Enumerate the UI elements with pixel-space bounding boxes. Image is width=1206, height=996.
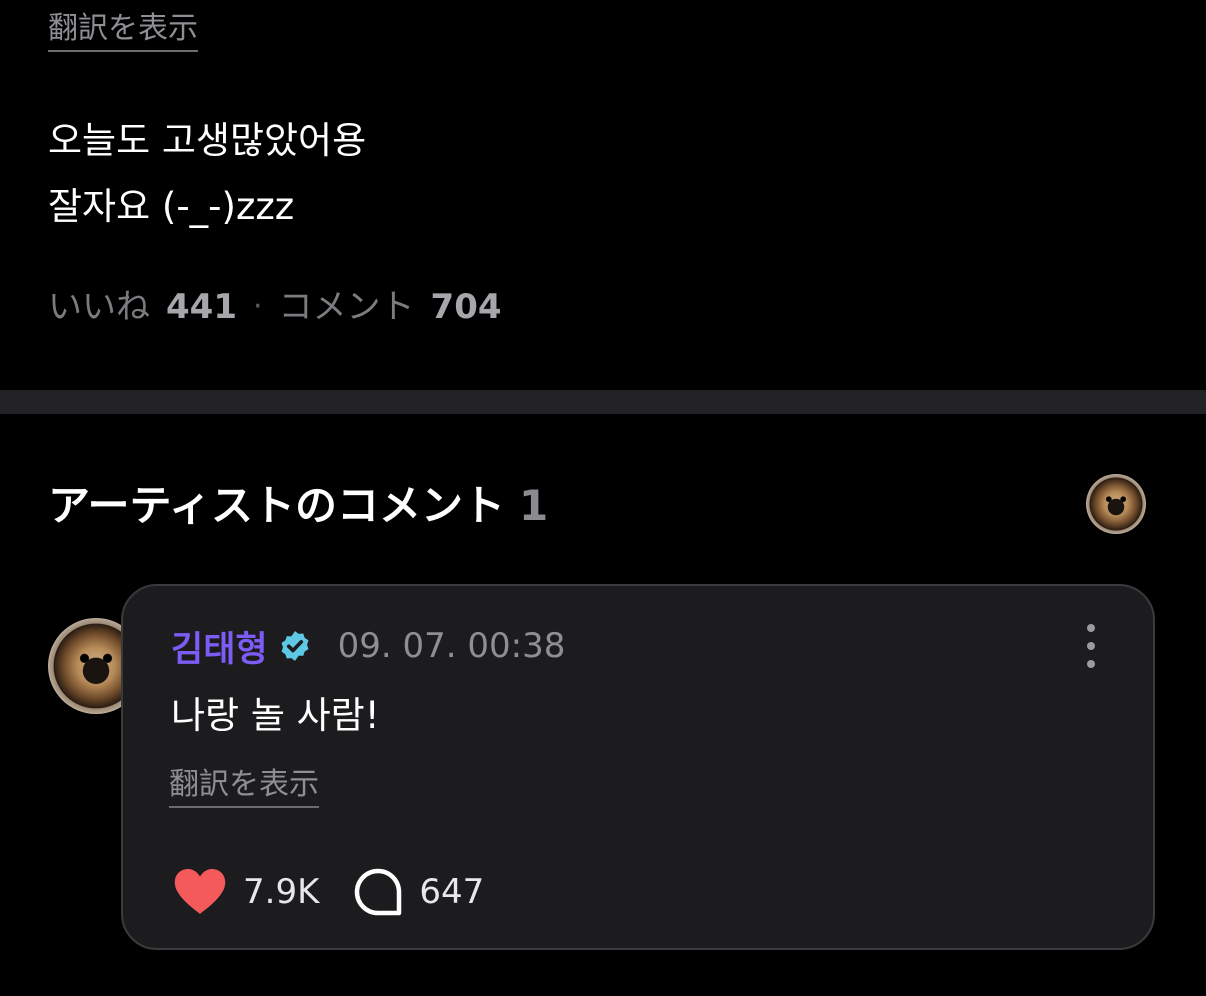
- post-body-line: 잘자요 (-_-)zzz: [48, 185, 295, 228]
- comment-author-name[interactable]: 김태형: [171, 621, 268, 672]
- comments-label[interactable]: コメント: [279, 284, 415, 330]
- post-section: 翻訳を表示 오늘도 고생많았어용 잘자요 (-_-)zzz いいね 441 · …: [0, 0, 1206, 390]
- reply-count: 647: [419, 872, 485, 912]
- heart-icon: [174, 869, 226, 914]
- stats-separator: ·: [252, 289, 263, 324]
- comments-count[interactable]: 704: [431, 284, 502, 330]
- section-divider: [0, 390, 1206, 414]
- comment-text: 나랑 놀 사람!: [171, 694, 380, 737]
- comment-bubble-icon: [355, 868, 402, 916]
- verified-badge-icon: [281, 631, 309, 661]
- comment-translate-link[interactable]: 翻訳を表示: [169, 770, 319, 808]
- comment-timestamp: 09. 07. 00:38: [337, 626, 566, 666]
- artist-comments-header: アーティストのコメント 1: [48, 478, 548, 534]
- artist-avatar-icon[interactable]: [1086, 474, 1146, 534]
- artist-comment-card: 김태형 09. 07. 00:38 나랑 놀 사람! 翻訳を表示 7.9K 64…: [121, 584, 1155, 950]
- like-button[interactable]: 7.9K: [173, 868, 319, 916]
- like-count: 7.9K: [243, 872, 320, 912]
- post-body-line: 오늘도 고생많았어용: [48, 119, 367, 162]
- likes-label[interactable]: いいね: [48, 284, 150, 330]
- post-translate-link[interactable]: 翻訳を表示: [48, 14, 198, 52]
- likes-count[interactable]: 441: [166, 284, 237, 330]
- post-stats: いいね 441 · コメント 704: [48, 284, 502, 330]
- post-body: 오늘도 고생많았어용 잘자요 (-_-)zzz: [48, 108, 366, 240]
- artist-comments-title: アーティストのコメント: [48, 481, 505, 530]
- artist-comments-count: 1: [518, 481, 549, 530]
- reply-button[interactable]: 647: [353, 867, 484, 917]
- more-vertical-icon[interactable]: [1077, 624, 1105, 668]
- comment-header: 김태형 09. 07. 00:38: [171, 624, 566, 670]
- comment-actions: 7.9K 647: [173, 866, 484, 918]
